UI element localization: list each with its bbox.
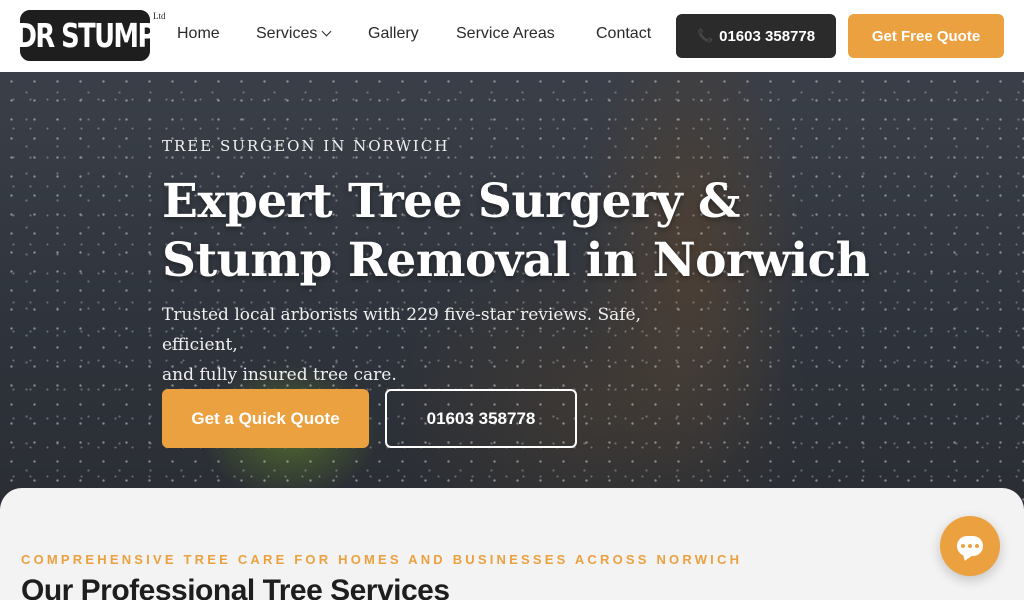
chat-dot xyxy=(968,544,972,548)
hero-kicker: TREE SURGEON IN NORWICH xyxy=(162,137,450,155)
phone-button-label: 01603 358778 xyxy=(719,27,816,45)
chat-button[interactable] xyxy=(940,516,1000,576)
get-free-quote-button[interactable]: Get Free Quote xyxy=(848,14,1004,58)
logo[interactable]: DR STUMP xyxy=(15,10,156,61)
hero-phone-button[interactable]: 01603 358778 xyxy=(385,389,577,448)
services-title: Our Professional Tree Services xyxy=(21,574,450,600)
hero-subtitle-line1: Trusted local arborists with 229 five-st… xyxy=(162,305,642,355)
logo-text: DR STUMP xyxy=(15,16,156,55)
hero-title: Expert Tree Surgery & Stump Removal in N… xyxy=(162,172,882,290)
quick-quote-button[interactable]: Get a Quick Quote xyxy=(162,389,369,448)
nav-contact[interactable]: Contact xyxy=(596,25,651,43)
nav-service-areas[interactable]: Service Areas xyxy=(456,25,555,43)
chat-bubble-icon xyxy=(957,536,983,556)
services-section: COMPREHENSIVE TREE CARE FOR HOMES AND BU… xyxy=(0,488,1024,600)
site-header: DR STUMP Ltd Home Services Gallery Servi… xyxy=(0,0,1024,72)
chat-dot xyxy=(975,544,979,548)
hero-background-image xyxy=(0,72,1024,522)
hero-title-line1: Expert Tree Surgery & xyxy=(162,174,740,229)
nav-services-label: Services xyxy=(256,25,318,42)
hero-section: TREE SURGEON IN NORWICH Expert Tree Surg… xyxy=(0,72,1024,522)
hero-subtitle: Trusted local arborists with 229 five-st… xyxy=(162,300,722,390)
nav-services[interactable]: Services xyxy=(256,25,332,43)
phone-button[interactable]: 📞 01603 358778 xyxy=(676,14,836,58)
hero-subtitle-line2: and fully insured tree care. xyxy=(162,365,397,385)
phone-icon: 📞 xyxy=(696,28,714,43)
nav-home[interactable]: Home xyxy=(177,25,220,43)
hero-title-line2: Stump Removal in Norwich xyxy=(162,233,870,288)
nav-gallery[interactable]: Gallery xyxy=(368,25,419,43)
services-kicker: COMPREHENSIVE TREE CARE FOR HOMES AND BU… xyxy=(21,552,743,567)
chat-dot xyxy=(961,544,965,548)
logo-suffix: Ltd xyxy=(153,11,166,21)
chevron-down-icon xyxy=(321,26,332,37)
